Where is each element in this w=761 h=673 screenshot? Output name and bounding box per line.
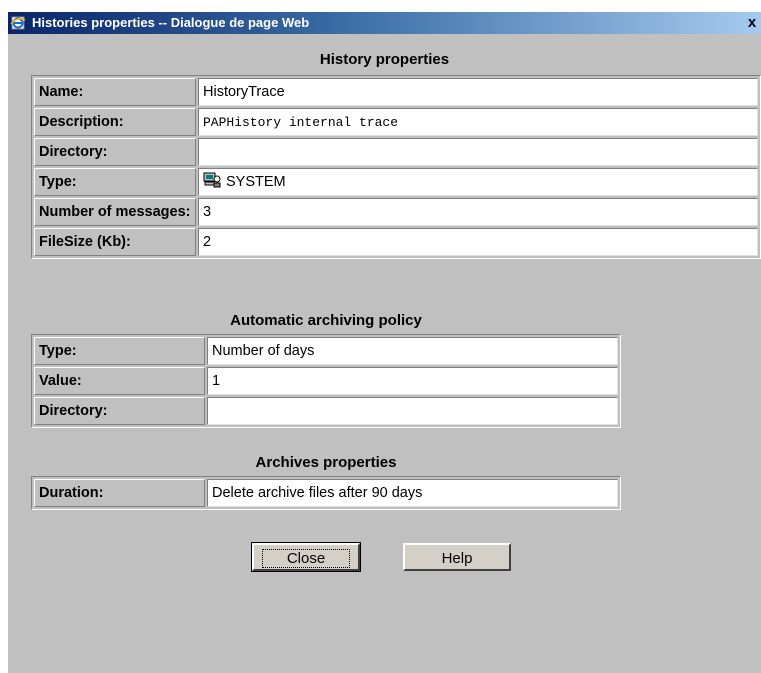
ie-page-icon [10, 15, 26, 31]
window-title: Histories properties -- Dialogue de page… [32, 15, 310, 30]
close-button[interactable]: Close [251, 542, 361, 572]
archiving-value-label: Value: [34, 367, 205, 395]
type-field[interactable]: SYSTEM [198, 168, 758, 196]
description-label: Description: [34, 108, 196, 136]
type-value: SYSTEM [226, 173, 286, 190]
table-row: Number of messages: 3 [34, 198, 758, 226]
dialog-window: Histories properties -- Dialogue de page… [8, 12, 761, 673]
number-of-messages-label: Number of messages: [34, 198, 196, 226]
archives-properties-title: Archives properties [255, 454, 397, 471]
table-row: Directory: [34, 138, 758, 166]
archiving-policy-table: Type: Number of days Value: 1 Directory: [31, 334, 621, 428]
history-properties-title: History properties [319, 51, 450, 68]
archiving-type-field[interactable]: Number of days [207, 337, 618, 365]
archiving-type-label: Type: [34, 337, 205, 365]
archiving-value-field[interactable]: 1 [207, 367, 618, 395]
duration-field[interactable]: Delete archive files after 90 days [207, 479, 618, 507]
system-icon [203, 172, 221, 192]
close-button-label: Close [261, 549, 351, 568]
history-properties-table: Name: HistoryTrace Description: PAPHisto… [31, 75, 761, 259]
number-of-messages-field[interactable]: 3 [198, 198, 758, 226]
table-row: Type: SYSTEM [34, 168, 758, 196]
table-row: Type: Number of days [34, 337, 618, 365]
table-row: Value: 1 [34, 367, 618, 395]
help-button[interactable]: Help [403, 543, 511, 571]
table-row: Duration: Delete archive files after 90 … [34, 479, 618, 507]
type-label: Type: [34, 168, 196, 196]
filesize-label: FileSize (Kb): [34, 228, 196, 256]
duration-label: Duration: [34, 479, 205, 507]
name-label: Name: [34, 78, 196, 106]
title-bar[interactable]: Histories properties -- Dialogue de page… [8, 12, 761, 34]
table-row: FileSize (Kb): 2 [34, 228, 758, 256]
table-row: Name: HistoryTrace [34, 78, 758, 106]
close-icon[interactable]: x [743, 14, 761, 32]
description-field[interactable]: PAPHistory internal trace [198, 108, 758, 136]
table-row: Description: PAPHistory internal trace [34, 108, 758, 136]
directory-label: Directory: [34, 138, 196, 166]
archives-properties-table: Duration: Delete archive files after 90 … [31, 476, 621, 510]
directory-field[interactable] [198, 138, 758, 166]
table-row: Directory: [34, 397, 618, 425]
archiving-policy-title: Automatic archiving policy [230, 312, 422, 329]
archiving-directory-field[interactable] [207, 397, 618, 425]
archiving-directory-label: Directory: [34, 397, 205, 425]
name-field[interactable]: HistoryTrace [198, 78, 758, 106]
filesize-field[interactable]: 2 [198, 228, 758, 256]
